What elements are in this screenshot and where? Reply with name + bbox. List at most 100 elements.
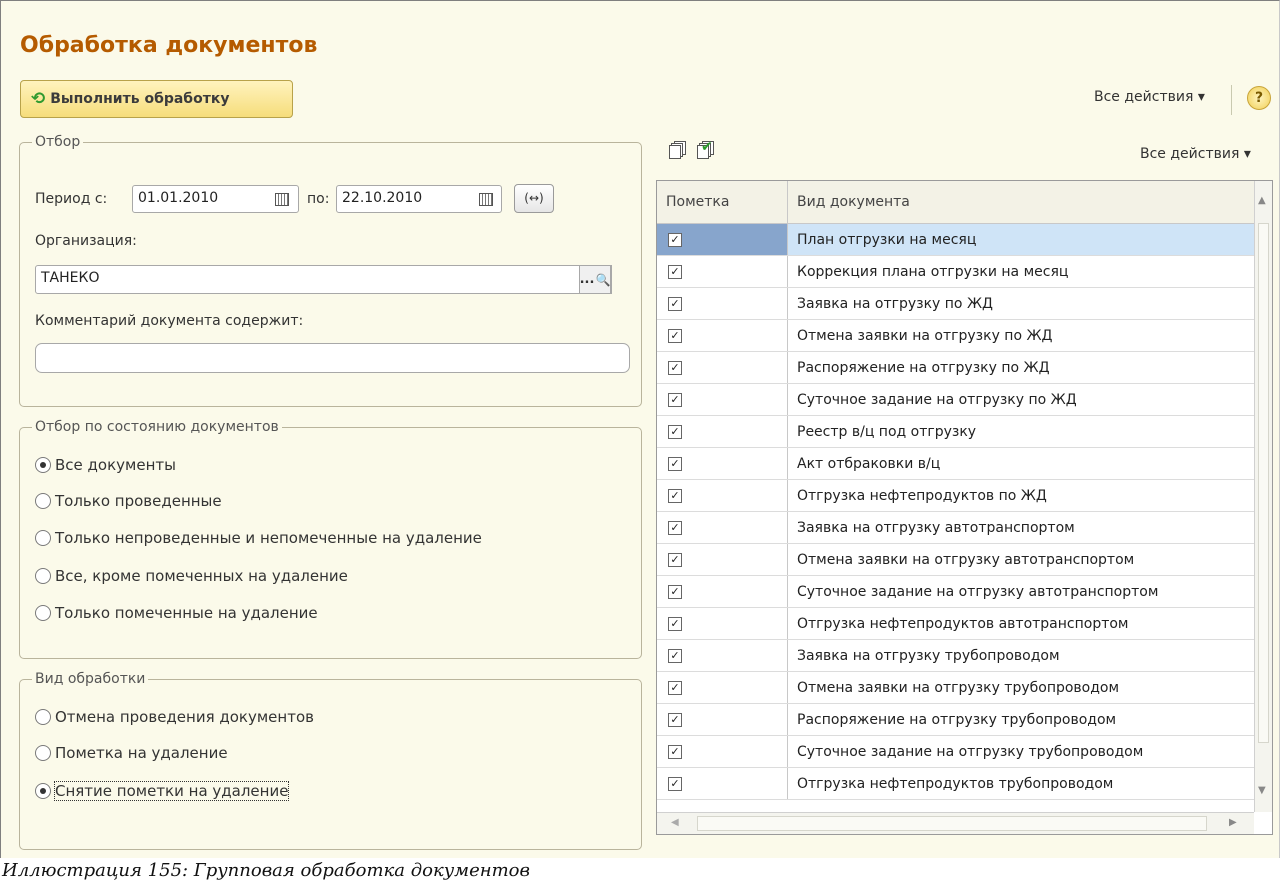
- column-header-mark[interactable]: Пометка: [657, 181, 788, 223]
- scroll-up-icon[interactable]: ▲: [1258, 195, 1266, 206]
- row-checkbox[interactable]: ✓: [668, 616, 682, 631]
- processing-option-label: Пометка на удаление: [55, 744, 228, 762]
- document-type-cell: Суточное задание на отгрузку автотранспо…: [797, 583, 1159, 600]
- table-header: Пометка Вид документа: [657, 181, 1254, 224]
- table-row[interactable]: ✓ Суточное задание на отгрузку по ЖД: [657, 384, 1254, 416]
- state-option-unposted[interactable]: Только непроведенные и непомеченные на у…: [35, 529, 482, 547]
- row-checkbox[interactable]: ✓: [668, 776, 682, 791]
- period-from-label: Период с:: [35, 191, 108, 207]
- table-row[interactable]: ✓ Коррекция плана отгрузки на месяц: [657, 256, 1254, 288]
- radio-icon: [35, 709, 51, 725]
- row-checkbox[interactable]: ✓: [668, 296, 682, 311]
- processing-option-mark-delete[interactable]: Пометка на удаление: [35, 744, 228, 762]
- document-type-cell: Распоряжение на отгрузку по ЖД: [797, 359, 1050, 376]
- state-option-except-marked[interactable]: Все, кроме помеченных на удаление: [35, 567, 348, 585]
- table-row[interactable]: ✓ Суточное задание на отгрузку трубопрово…: [657, 736, 1254, 768]
- filter-legend: Отбор: [35, 134, 81, 150]
- comment-label: Комментарий документа содержит:: [35, 313, 304, 329]
- vertical-scroll-thumb[interactable]: [1258, 223, 1269, 743]
- row-checkbox[interactable]: ✓: [668, 648, 682, 663]
- state-option-marked-only[interactable]: Только помеченные на удаление: [35, 604, 318, 622]
- row-checkbox[interactable]: ✓: [668, 456, 682, 471]
- table-row[interactable]: ✓ Отмена заявки на отгрузку автотранспорт…: [657, 544, 1254, 576]
- scroll-left-icon[interactable]: ◀: [671, 817, 679, 828]
- table-row[interactable]: ✓ Отгрузка нефтепродуктов автотранспортом: [657, 608, 1254, 640]
- row-checkbox[interactable]: ✓: [668, 520, 682, 535]
- calendar-to-icon[interactable]: [473, 186, 499, 212]
- row-checkbox[interactable]: ✓: [668, 712, 682, 727]
- mark-cell: ✓: [657, 512, 788, 543]
- radio-selected-icon: [35, 457, 51, 473]
- radio-icon: [35, 493, 51, 509]
- table-row[interactable]: ✓ Заявка на отгрузку автотранспортом: [657, 512, 1254, 544]
- mark-cell: ✓: [657, 672, 788, 703]
- processing-option-unpost[interactable]: Отмена проведения документов: [35, 708, 314, 726]
- column-header-type[interactable]: Вид документа: [788, 181, 1254, 223]
- grid-all-actions-menu[interactable]: Все действия ▾: [1140, 146, 1251, 162]
- row-checkbox[interactable]: ✓: [668, 264, 682, 279]
- radio-icon: [35, 745, 51, 761]
- mark-cell: ✓: [657, 288, 788, 319]
- row-checkbox[interactable]: ✓: [668, 584, 682, 599]
- organization-input[interactable]: ТАНЕКО: [35, 265, 612, 294]
- document-type-cell: Отгрузка нефтепродуктов трубопроводом: [797, 775, 1114, 792]
- mark-cell: ✓: [657, 320, 788, 351]
- table-row[interactable]: ✓ План отгрузки на месяц: [657, 224, 1254, 256]
- table-row[interactable]: ✓ Заявка на отгрузку трубопроводом: [657, 640, 1254, 672]
- mark-cell: ✓: [657, 384, 788, 415]
- table-row[interactable]: ✓ Отмена заявки на отгрузку по ЖД: [657, 320, 1254, 352]
- check-all-icon[interactable]: ✔: [697, 139, 715, 159]
- horizontal-scroll-thumb[interactable]: [697, 816, 1207, 831]
- row-checkbox[interactable]: ✓: [668, 744, 682, 759]
- table-row[interactable]: ✓ Акт отбраковки в/ц: [657, 448, 1254, 480]
- table-row[interactable]: ✓ Распоряжение на отгрузку трубопроводом: [657, 704, 1254, 736]
- mark-cell: ✓: [657, 448, 788, 479]
- row-checkbox[interactable]: ✓: [668, 680, 682, 695]
- row-checkbox[interactable]: ✓: [668, 552, 682, 567]
- table-row[interactable]: ✓ Отгрузка нефтепродуктов трубопроводом: [657, 768, 1254, 800]
- table-row[interactable]: ✓ Отгрузка нефтепродуктов по ЖД: [657, 480, 1254, 512]
- mark-cell: ✓: [657, 416, 788, 447]
- row-checkbox[interactable]: ✓: [668, 360, 682, 375]
- period-select-button[interactable]: (↔): [514, 184, 554, 213]
- scroll-down-icon[interactable]: ▼: [1258, 785, 1266, 796]
- row-checkbox[interactable]: ✓: [668, 488, 682, 503]
- help-icon[interactable]: ?: [1247, 86, 1271, 110]
- calendar-from-icon[interactable]: [269, 186, 295, 212]
- search-icon[interactable]: 🔍: [595, 273, 610, 287]
- uncheck-all-icon[interactable]: [669, 141, 687, 159]
- select-ellipsis-button[interactable]: ...: [580, 272, 595, 287]
- mark-cell: ✓: [657, 640, 788, 671]
- state-option-all[interactable]: Все документы: [35, 456, 176, 474]
- vertical-scrollbar[interactable]: ▲ ▼: [1254, 181, 1272, 812]
- state-option-posted[interactable]: Только проведенные: [35, 492, 222, 510]
- processing-option-unmark-delete[interactable]: Снятие пометки на удаление: [35, 781, 290, 801]
- document-type-cell: Заявка на отгрузку трубопроводом: [797, 647, 1060, 664]
- scroll-right-icon[interactable]: ▶: [1229, 817, 1237, 828]
- table-row[interactable]: ✓ Заявка на отгрузку по ЖД: [657, 288, 1254, 320]
- table-row[interactable]: ✓ Распоряжение на отгрузку по ЖД: [657, 352, 1254, 384]
- form-window: Обработка документов ⟲ Выполнить обработ…: [0, 0, 1280, 858]
- state-option-label: Все документы: [55, 456, 176, 474]
- document-type-cell: Коррекция плана отгрузки на месяц: [797, 263, 1069, 280]
- document-type-cell: Отмена заявки на отгрузку автотранспорто…: [797, 551, 1135, 568]
- mark-cell: ✓: [657, 224, 788, 255]
- period-to-label: по:: [307, 191, 330, 207]
- table-row[interactable]: ✓ Отмена заявки на отгрузку трубопроводом: [657, 672, 1254, 704]
- state-option-label: Только проведенные: [55, 492, 222, 510]
- document-type-cell: Распоряжение на отгрузку трубопроводом: [797, 711, 1117, 728]
- row-checkbox[interactable]: ✓: [668, 328, 682, 343]
- table-row[interactable]: ✓ Реестр в/ц под отгрузку: [657, 416, 1254, 448]
- row-checkbox[interactable]: ✓: [668, 392, 682, 407]
- period-from-value: 01.01.2010: [138, 190, 219, 206]
- run-processing-button[interactable]: ⟲ Выполнить обработку: [20, 80, 293, 118]
- document-type-cell: Отмена заявки на отгрузку по ЖД: [797, 327, 1053, 344]
- comment-input[interactable]: [35, 343, 630, 373]
- row-checkbox[interactable]: ✓: [668, 424, 682, 439]
- all-actions-menu[interactable]: Все действия ▾: [1094, 89, 1205, 105]
- table-row[interactable]: ✓ Суточное задание на отгрузку автотрансп…: [657, 576, 1254, 608]
- horizontal-scrollbar[interactable]: ◀ ▶: [657, 812, 1254, 834]
- row-checkbox[interactable]: ✓: [668, 232, 682, 247]
- document-type-cell: Суточное задание на отгрузку по ЖД: [797, 391, 1077, 408]
- run-processing-label: Выполнить обработку: [50, 91, 230, 107]
